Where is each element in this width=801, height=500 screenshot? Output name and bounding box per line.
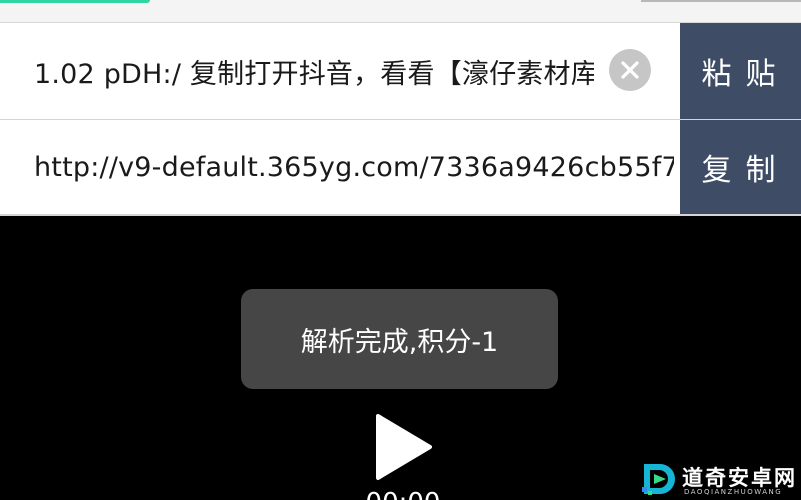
url-output-row: http://v9-default.365yg.com/7336a9426cb5… — [0, 120, 801, 214]
watermark-logo-icon — [642, 464, 675, 495]
play-icon — [376, 414, 432, 480]
clear-circle-icon — [621, 61, 639, 79]
top-bar — [0, 0, 801, 23]
paste-button-label: 粘贴 — [701, 57, 790, 92]
toast-text: 解析完成,积分-1 — [300, 326, 499, 358]
top-accent-bar — [0, 0, 150, 3]
link-input-row: 1.02 pDH:/ 复制打开抖音，看看【濠仔素材库 粘贴 — [0, 23, 801, 119]
link-input-text: 1.02 pDH:/ 复制打开抖音，看看【濠仔素材库 — [34, 58, 594, 90]
paste-button[interactable]: 粘贴 — [680, 23, 801, 119]
url-output-field[interactable]: http://v9-default.365yg.com/7336a9426cb5… — [34, 120, 674, 214]
site-watermark: 道奇安卓网 DAOQIANZHUOWANG — [640, 460, 798, 498]
watermark-domain: DAOQIANZHUOWANG — [684, 488, 783, 496]
top-corner-line — [641, 0, 801, 2]
url-output-text: http://v9-default.365yg.com/7336a9426cb5… — [34, 151, 674, 183]
copy-button-label: 复制 — [701, 153, 790, 188]
play-button[interactable] — [370, 412, 434, 482]
clear-button[interactable] — [609, 49, 651, 91]
video-player[interactable]: 解析完成,积分-1 00:00 — [0, 216, 801, 500]
playback-time: 00:00 — [348, 488, 458, 500]
toast-message: 解析完成,积分-1 — [241, 289, 558, 389]
link-input[interactable]: 1.02 pDH:/ 复制打开抖音，看看【濠仔素材库 — [34, 23, 594, 119]
parser-screen: 1.02 pDH:/ 复制打开抖音，看看【濠仔素材库 粘贴 http://v9-… — [0, 0, 801, 500]
copy-button[interactable]: 复制 — [680, 120, 801, 214]
